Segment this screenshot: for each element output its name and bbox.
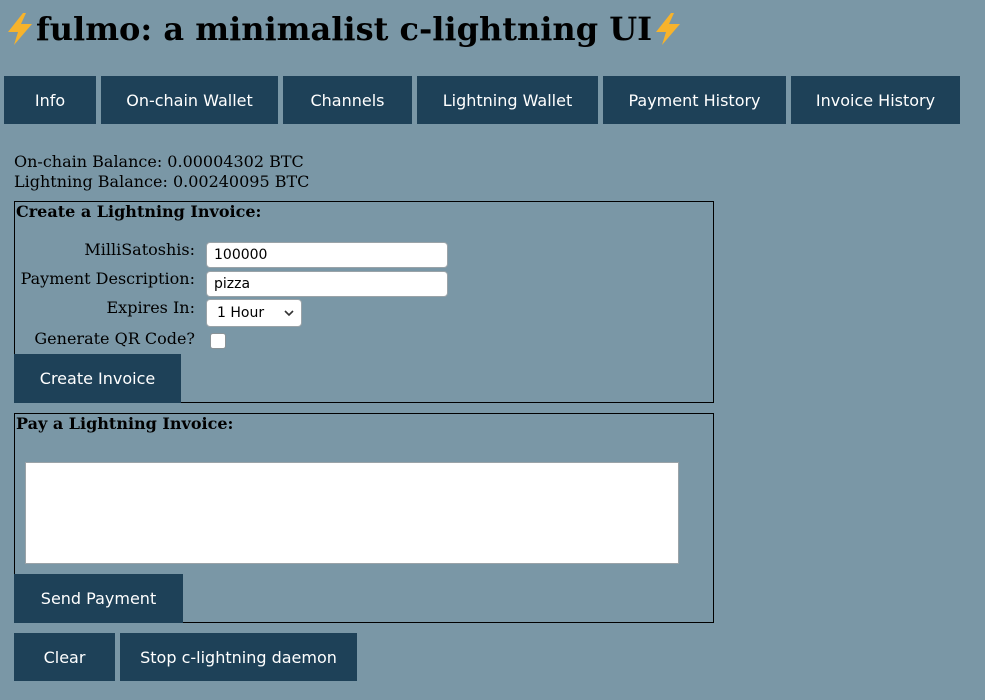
description-input[interactable]: pizza [206,271,448,297]
pay-invoice-title: Pay a Lightning Invoice: [16,414,234,433]
create-invoice-button[interactable]: Create Invoice [14,354,181,403]
msat-label: MilliSatoshis: [84,240,195,259]
tab-invoice-history[interactable]: Invoice History [791,76,960,124]
nav-bar: Info On-chain Wallet Channels Lightning … [4,76,965,124]
page-title: fulmo: a minimalist c-lightning UI [4,10,684,48]
tab-channels[interactable]: Channels [283,76,412,124]
stop-daemon-button[interactable]: Stop c-lightning daemon [120,633,357,681]
pay-invoice-panel: Pay a Lightning Invoice: Send Payment [14,413,714,623]
create-invoice-panel: Create a Lightning Invoice: MilliSatoshi… [14,201,714,403]
lightning-bolt-icon [8,13,32,45]
clear-button[interactable]: Clear [14,633,115,681]
tab-payment-history[interactable]: Payment History [603,76,786,124]
send-payment-button[interactable]: Send Payment [14,574,183,623]
expires-label: Expires In: [106,298,196,317]
page-title-text: fulmo: a minimalist c-lightning UI [36,10,653,48]
chevron-down-icon [284,310,294,317]
qr-label: Generate QR Code? [34,329,195,348]
lightning-balance: Lightning Balance: 0.00240095 BTC [14,172,310,191]
tab-info[interactable]: Info [4,76,96,124]
tab-on-chain-wallet[interactable]: On-chain Wallet [101,76,278,124]
expires-select-value: 1 Hour [217,305,265,321]
qr-checkbox[interactable] [210,333,226,349]
msat-input[interactable]: 100000 [206,242,448,268]
tab-lightning-wallet[interactable]: Lightning Wallet [417,76,598,124]
invoice-textarea[interactable] [25,462,679,564]
description-label: Payment Description: [20,269,195,288]
balances: On-chain Balance: 0.00004302 BTC Lightni… [14,152,309,192]
create-invoice-title: Create a Lightning Invoice: [16,202,262,221]
expires-select[interactable]: 1 Hour [206,299,302,327]
lightning-bolt-icon [656,13,681,45]
onchain-balance: On-chain Balance: 0.00004302 BTC [14,152,304,171]
